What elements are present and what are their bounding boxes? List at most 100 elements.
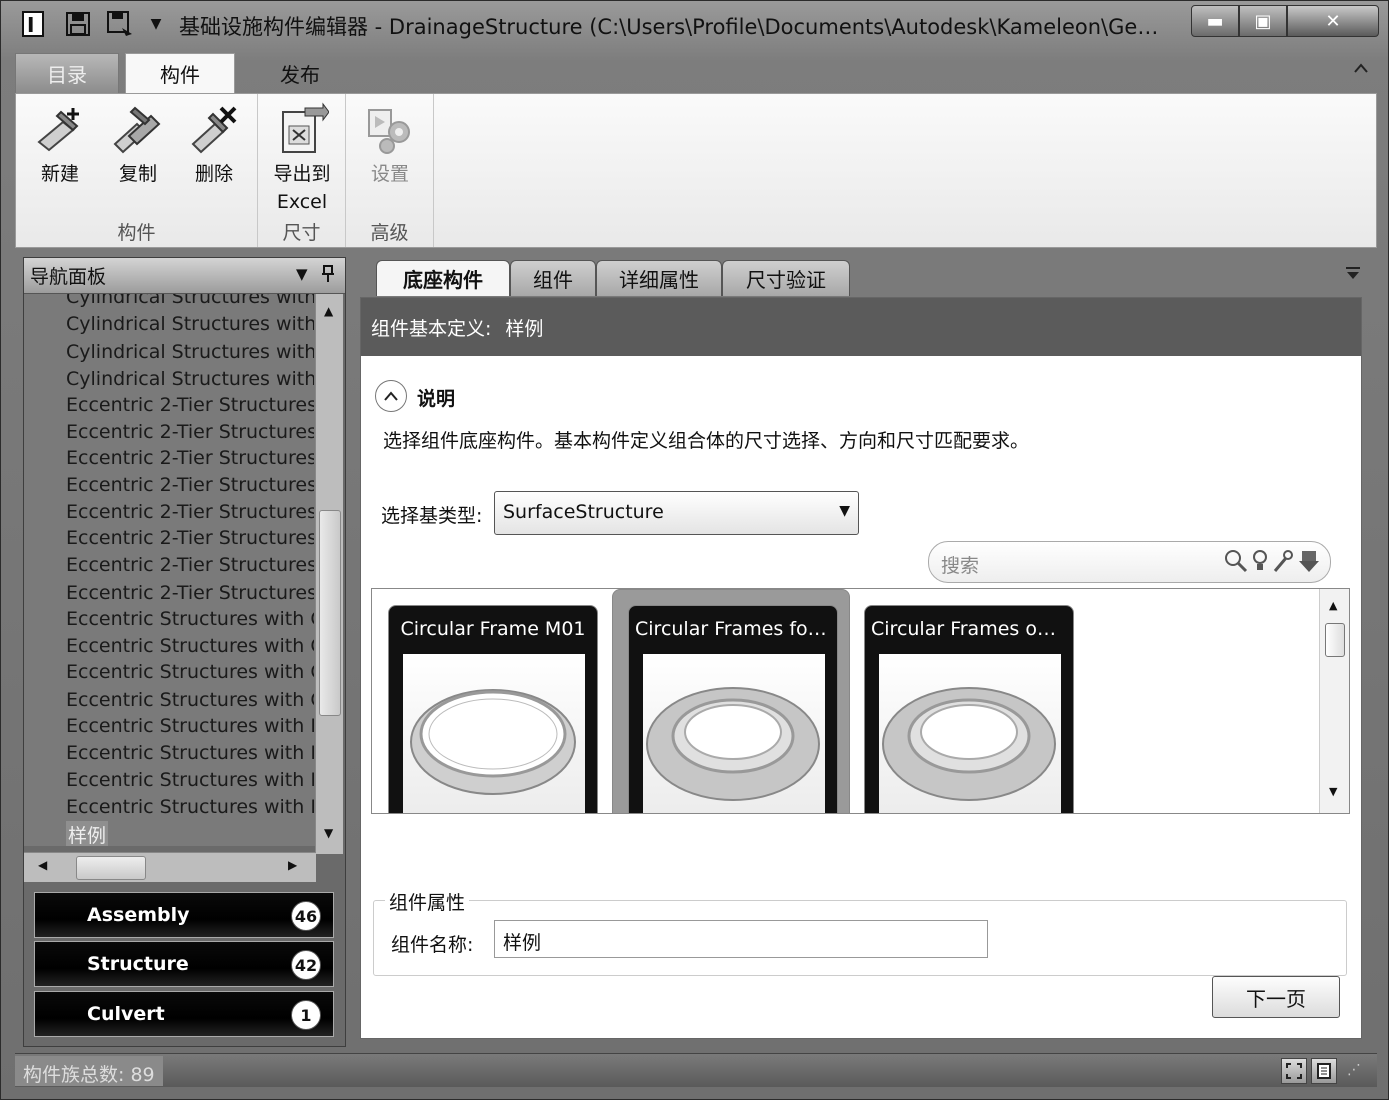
app-icon[interactable]: I: [19, 9, 49, 39]
fullscreen-icon[interactable]: [1281, 1058, 1307, 1084]
copy-button[interactable]: 复制: [106, 102, 170, 188]
gallery-card[interactable]: Circular Frames on...: [864, 605, 1074, 813]
list-item[interactable]: Cylindrical Structures with S: [66, 313, 314, 335]
tab-overflow-icon[interactable]: [1345, 265, 1361, 284]
search-icon[interactable]: [1224, 548, 1248, 574]
category-label: Structure: [87, 953, 189, 975]
new-button[interactable]: 新建: [28, 102, 92, 188]
scroll-down-icon[interactable]: ▼: [1329, 785, 1337, 798]
category-label: Culvert: [87, 1003, 165, 1025]
description-text: 选择组件底座构件。基本构件定义组合体的尺寸选择、方向和尺寸匹配要求。: [383, 430, 1030, 452]
panel-header: 组件基本定义: 样例: [361, 298, 1361, 356]
scroll-left-icon[interactable]: ◀: [38, 858, 47, 872]
gallery-card[interactable]: Circular Frame M01: [388, 605, 598, 813]
tab-assembly[interactable]: 组件: [510, 260, 596, 296]
gallery-scrollbar[interactable]: ▲ ▼: [1319, 589, 1349, 813]
component-name-field[interactable]: 样例: [494, 920, 988, 958]
search-input[interactable]: 搜索: [928, 541, 1331, 583]
list-item[interactable]: Eccentric Structures with Re: [66, 742, 314, 764]
lightbulb-icon[interactable]: [1252, 548, 1268, 574]
family-count-status: 构件族总数: 89: [15, 1056, 163, 1086]
list-item[interactable]: Eccentric 2-Tier Structures w: [66, 394, 314, 416]
group-label-advanced: 高级: [370, 222, 409, 244]
settings-button[interactable]: 设置: [358, 102, 422, 188]
delete-button[interactable]: 删除: [182, 102, 246, 188]
resize-grip-icon[interactable]: ⋰: [1347, 1062, 1361, 1078]
tab-dimension-validation[interactable]: 尺寸验证: [722, 260, 850, 296]
nav-vertical-scrollbar[interactable]: ▲ ▼: [315, 294, 343, 854]
list-item[interactable]: Eccentric 2-Tier Structures w: [66, 582, 314, 604]
group-label-component: 构件: [117, 222, 156, 244]
scroll-right-icon[interactable]: ▶: [288, 858, 297, 872]
export-excel-button[interactable]: 导出到 Excel: [270, 102, 334, 216]
list-item[interactable]: Eccentric 2-Tier Structures w: [66, 527, 314, 549]
tab-publish[interactable]: 发布: [255, 53, 345, 93]
list-item[interactable]: Eccentric Structures with Ci: [66, 608, 314, 630]
svg-text:I: I: [27, 13, 34, 37]
frame-image: [879, 654, 1061, 813]
group-label-dimension: 尺寸: [282, 222, 321, 244]
tab-catalog[interactable]: 目录: [15, 53, 119, 93]
tab-component[interactable]: 构件: [125, 53, 235, 93]
scroll-thumb[interactable]: [76, 856, 146, 880]
list-item[interactable]: Eccentric 2-Tier Structures w: [66, 421, 314, 443]
frame-image: [403, 654, 585, 813]
list-item[interactable]: Eccentric Structures with Re: [66, 769, 314, 791]
document-view-icon[interactable]: [1311, 1058, 1337, 1084]
header-label: 组件基本定义:: [371, 317, 492, 340]
scroll-thumb[interactable]: [319, 510, 341, 716]
list-item[interactable]: Eccentric Structures with Re: [66, 715, 314, 737]
minimize-button[interactable]: ▬: [1191, 5, 1239, 37]
nav-horizontal-scrollbar[interactable]: ◀ ▶: [24, 852, 316, 882]
list-item[interactable]: Eccentric 2-Tier Structures w: [66, 554, 314, 576]
save-icon[interactable]: [63, 9, 93, 39]
list-item[interactable]: Cylindrical Structures with S: [66, 294, 314, 308]
status-bar: 构件族总数: 89 ⋰: [15, 1053, 1377, 1087]
card-title: Circular Frames on...: [871, 618, 1068, 640]
maximize-button[interactable]: ▣: [1239, 5, 1287, 37]
chevron-down-icon: ▼: [839, 503, 850, 519]
nav-dropdown-icon[interactable]: ▼: [296, 265, 308, 283]
list-item[interactable]: Eccentric Structures with Ci: [66, 689, 314, 711]
list-item[interactable]: Eccentric Structures with Re: [66, 796, 314, 818]
quick-access-dropdown-icon[interactable]: ▼: [141, 9, 171, 39]
list-item[interactable]: Eccentric Structures with Ci: [66, 635, 314, 657]
list-item[interactable]: Eccentric Structures with Ci: [66, 661, 314, 683]
list-item-selected[interactable]: 样例: [66, 821, 109, 846]
component-gallery: Circular Frame M01 Circular Frames for..…: [371, 588, 1350, 814]
base-type-select[interactable]: SurfaceStructure ▼: [494, 491, 859, 535]
list-item[interactable]: Eccentric 2-Tier Structures w: [66, 501, 314, 523]
scroll-up-icon[interactable]: ▲: [324, 304, 333, 318]
ribbon-panel: 新建 复制 删除 构件 导出到 Excel 尺寸 设置 高级: [15, 93, 1377, 248]
gallery-card-selected[interactable]: Circular Frames for...: [628, 605, 838, 813]
ribbon-group-advanced: 设置 高级: [346, 94, 434, 247]
settings-gear-icon: [368, 109, 410, 154]
close-button[interactable]: ✕: [1287, 5, 1379, 37]
pin-icon[interactable]: [322, 265, 334, 287]
list-item[interactable]: Eccentric 2-Tier Structures w: [66, 447, 314, 469]
list-item[interactable]: Cylindrical Structures with S: [66, 368, 314, 390]
scroll-thumb[interactable]: [1325, 623, 1345, 657]
delete-icon: [191, 106, 237, 154]
scroll-up-icon[interactable]: ▲: [1329, 599, 1337, 612]
category-culvert[interactable]: Culvert 1: [34, 991, 334, 1037]
export-excel-label: 导出到 Excel: [273, 163, 331, 213]
tab-detail-properties[interactable]: 详细属性: [596, 260, 722, 296]
wrench-icon[interactable]: [1272, 548, 1294, 574]
list-item[interactable]: Cylindrical Structures with S: [66, 341, 314, 363]
filter-down-icon[interactable]: [1298, 548, 1320, 574]
tab-base-component[interactable]: 底座构件: [376, 260, 510, 296]
count-badge: 46: [291, 901, 321, 931]
nav-panel-header: 导航面板 ▼: [24, 258, 345, 294]
navigation-panel: 导航面板 ▼ Cylindrical Structures with S Cyl…: [23, 257, 346, 1047]
scroll-down-icon[interactable]: ▼: [324, 826, 333, 840]
category-assembly[interactable]: Assembly 46: [34, 892, 334, 938]
ribbon-collapse-icon[interactable]: [1353, 59, 1369, 78]
copy-label: 复制: [118, 163, 157, 185]
category-structure[interactable]: Structure 42: [34, 941, 334, 987]
list-item[interactable]: Eccentric 2-Tier Structures w: [66, 474, 314, 496]
next-page-button[interactable]: 下一页: [1212, 976, 1340, 1018]
copy-icon: [113, 106, 161, 154]
collapse-chevron-icon[interactable]: [375, 380, 407, 412]
save-as-icon[interactable]: [105, 9, 135, 39]
